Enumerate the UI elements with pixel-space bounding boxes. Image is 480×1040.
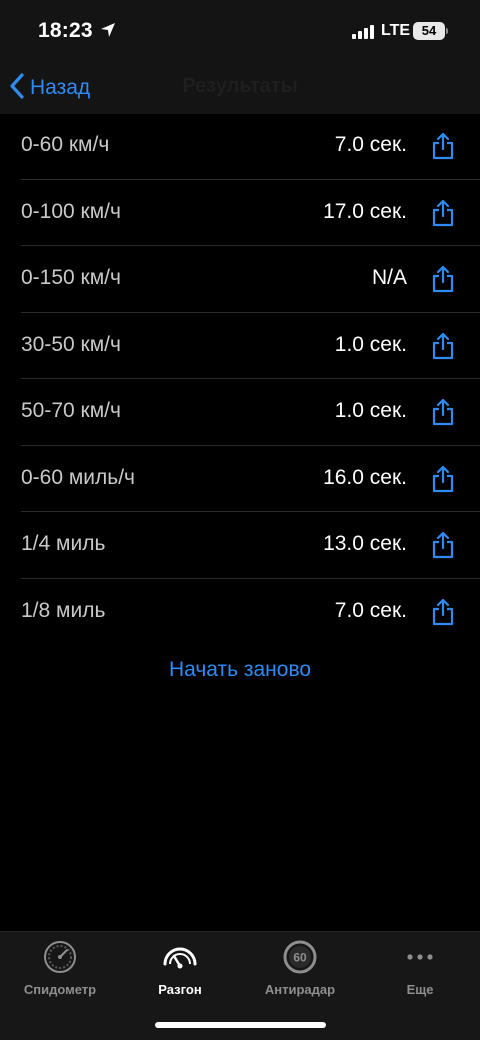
- result-value: 17.0 сек.: [323, 199, 407, 223]
- share-icon[interactable]: [430, 530, 456, 560]
- speed-limit-badge: 60: [293, 951, 307, 965]
- result-value: 7.0 сек.: [334, 133, 407, 156]
- location-arrow-icon: [100, 22, 116, 43]
- result-row: 50-70 км/ч 1.0 сек.: [0, 379, 480, 446]
- tab-more[interactable]: Еще: [360, 940, 480, 997]
- result-value: 16.0 сек.: [323, 465, 407, 489]
- navigation-bar: Назад Результаты: [0, 62, 480, 114]
- tab-label: Разгон: [158, 982, 202, 997]
- results-list: 0-60 км/ч 7.0 сек. 0-100 км/ч 17.0 сек. …: [0, 113, 480, 645]
- result-value: 7.0 сек.: [334, 598, 407, 622]
- share-icon[interactable]: [430, 131, 456, 161]
- result-value: N/A: [371, 266, 407, 289]
- home-indicator: [155, 1022, 326, 1028]
- tab-label: Еще: [406, 982, 434, 997]
- tab-radar[interactable]: 60 Антирадар: [240, 940, 360, 997]
- result-value: 1.0 сек.: [334, 399, 407, 422]
- share-icon[interactable]: [430, 264, 456, 294]
- page-title: Результаты: [182, 75, 298, 97]
- share-icon[interactable]: [430, 397, 456, 427]
- result-label: 1/4 миль: [21, 532, 106, 555]
- result-label: 0-60 км/ч: [21, 133, 110, 156]
- result-value: 1.0 сек.: [334, 332, 407, 356]
- speed-limit-60-icon: 60: [240, 940, 360, 979]
- network-type: LTE: [381, 22, 411, 39]
- share-icon[interactable]: [430, 464, 456, 494]
- tab-speedometer[interactable]: Спидометр: [0, 940, 120, 997]
- tab-acceleration[interactable]: Разгон: [120, 940, 240, 997]
- share-icon[interactable]: [430, 331, 456, 361]
- restart-button[interactable]: Начать заново: [0, 658, 480, 682]
- more-dots-icon: [360, 940, 480, 979]
- result-row: 0-100 км/ч 17.0 сек.: [0, 180, 480, 246]
- battery-tip: [446, 28, 448, 34]
- result-label: 30-50 км/ч: [21, 332, 121, 356]
- result-label: 50-70 км/ч: [21, 399, 121, 422]
- tab-label: Спидометр: [23, 982, 97, 997]
- result-row: 1/4 миль 13.0 сек.: [0, 512, 480, 579]
- result-label: 0-100 км/ч: [21, 199, 121, 223]
- result-row: 0-150 км/ч N/A: [0, 246, 480, 313]
- status-time: 18:23: [38, 19, 93, 42]
- result-row: 0-60 км/ч 7.0 сек.: [0, 113, 480, 180]
- result-label: 0-150 км/ч: [21, 266, 121, 289]
- cellular-signal-icon: [352, 25, 376, 44]
- result-row: 30-50 км/ч 1.0 сек.: [0, 313, 480, 379]
- speedometer-icon: [0, 940, 120, 979]
- share-icon[interactable]: [430, 198, 456, 228]
- tab-label: Антирадар: [264, 982, 336, 997]
- result-row: 0-60 миль/ч 16.0 сек.: [0, 446, 480, 512]
- battery-icon: 54: [413, 22, 445, 40]
- result-value: 13.0 сек.: [323, 532, 407, 555]
- share-icon[interactable]: [430, 597, 456, 627]
- status-bar: 18:23 LTE 54: [0, 0, 480, 62]
- result-label: 1/8 миль: [21, 598, 106, 622]
- result-row: 1/8 миль 7.0 сек.: [0, 579, 480, 646]
- acceleration-gauge-icon: [120, 940, 240, 979]
- result-label: 0-60 миль/ч: [21, 465, 136, 489]
